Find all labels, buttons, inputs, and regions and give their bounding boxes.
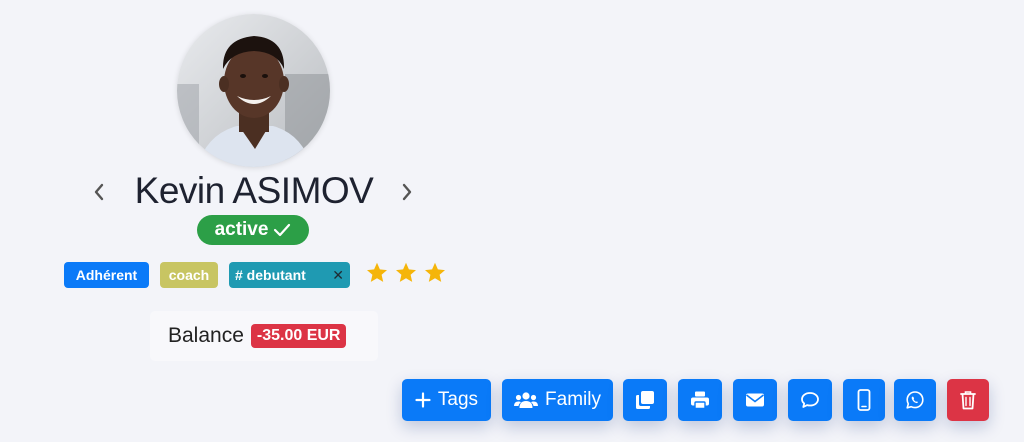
next-member-button[interactable] <box>393 178 421 206</box>
star-icon[interactable] <box>423 261 447 285</box>
duplicate-button[interactable] <box>623 379 667 421</box>
avatar <box>177 14 330 167</box>
tag-adherent[interactable]: Adhérent <box>64 262 149 288</box>
balance-value: -35.00 EUR <box>250 324 347 348</box>
whatsapp-button[interactable] <box>894 379 936 421</box>
add-tags-button[interactable]: Tags <box>402 379 491 421</box>
trash-icon <box>960 391 976 410</box>
mobile-icon <box>857 389 871 411</box>
balance-label: Balance <box>168 324 244 347</box>
family-button-label: Family <box>545 389 601 410</box>
plus-icon <box>415 392 431 408</box>
star-icon[interactable] <box>394 261 418 285</box>
print-button[interactable] <box>678 379 722 421</box>
whatsapp-icon <box>906 391 924 409</box>
avatar-photo <box>177 14 330 167</box>
checkmark-icon <box>274 223 291 237</box>
status-label: active <box>214 219 269 240</box>
family-button[interactable]: Family <box>502 379 613 421</box>
tag-label: Adhérent <box>75 267 138 283</box>
users-icon <box>514 392 539 408</box>
member-name: Kevin ASIMOV <box>134 170 374 211</box>
balance-box: Balance -35.00 EUR <box>150 311 378 361</box>
status-badge: active <box>197 215 309 245</box>
rating-stars <box>365 261 447 285</box>
print-icon <box>691 391 709 410</box>
email-button[interactable] <box>733 379 777 421</box>
envelope-icon <box>746 393 764 407</box>
tag-remove-icon[interactable]: ✕ <box>330 267 346 284</box>
star-icon[interactable] <box>365 261 389 285</box>
copy-icon <box>636 391 654 409</box>
chevron-left-icon <box>94 183 104 201</box>
tag-label: # debutant <box>235 267 306 283</box>
sms-button[interactable] <box>788 379 832 421</box>
previous-member-button[interactable] <box>85 178 113 206</box>
tag-label: coach <box>168 267 210 283</box>
tag-coach[interactable]: coach <box>160 262 218 288</box>
mobile-button[interactable] <box>843 379 885 421</box>
chevron-right-icon <box>402 183 412 201</box>
comment-icon <box>801 392 819 408</box>
delete-button[interactable] <box>947 379 989 421</box>
tag-debutant[interactable]: # debutant ✕ <box>229 262 350 288</box>
tags-button-label: Tags <box>437 389 479 410</box>
